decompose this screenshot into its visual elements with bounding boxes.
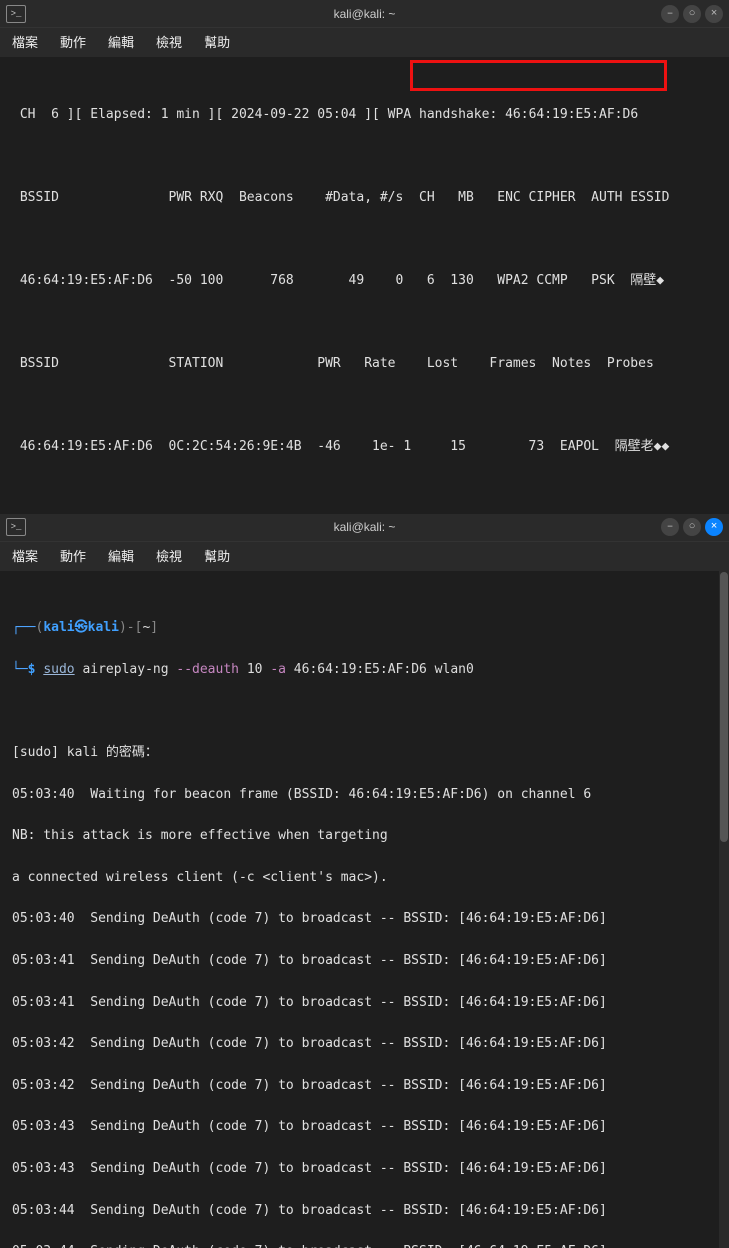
- window-title-2: kali@kali: ~: [334, 520, 396, 534]
- menu-actions[interactable]: 動作: [60, 32, 86, 51]
- terminal-icon: >_: [6, 5, 26, 23]
- cmd-sudo: sudo: [43, 662, 74, 677]
- scrollbar[interactable]: [719, 571, 729, 1248]
- window-controls-1: – ○ ×: [661, 5, 723, 23]
- output-line: 05:03:41 Sending DeAuth (code 7) to broa…: [12, 993, 717, 1014]
- window-controls-2: – ○ ×: [661, 518, 723, 536]
- menu-file[interactable]: 檔案: [12, 32, 38, 51]
- output-line: [sudo] kali 的密碼：: [12, 743, 717, 764]
- output-line: 05:03:43 Sending DeAuth (code 7) to broa…: [12, 1117, 717, 1138]
- airodump-row-ap: 46:64:19:E5:AF:D6 -50 100 768 49 0 6 130…: [12, 271, 717, 292]
- menu-actions[interactable]: 動作: [60, 546, 86, 565]
- output-line: 05:03:40 Sending DeAuth (code 7) to broa…: [12, 909, 717, 930]
- output-line: 05:03:40 Waiting for beacon frame (BSSID…: [12, 785, 717, 806]
- menu-view[interactable]: 檢視: [156, 546, 182, 565]
- menu-help[interactable]: 幫助: [204, 32, 230, 51]
- handshake-text: handshake: 46:64:19:E5:AF:D6: [419, 107, 638, 122]
- menu-edit[interactable]: 編輯: [108, 32, 134, 51]
- menubar-1: 檔案 動作 編輯 檢視 幫助: [0, 28, 729, 57]
- menubar-2: 檔案 動作 編輯 檢視 幫助: [0, 542, 729, 571]
- menu-help[interactable]: 幫助: [204, 546, 230, 565]
- maximize-button[interactable]: ○: [683, 518, 701, 536]
- minimize-button[interactable]: –: [661, 518, 679, 536]
- output-line: a connected wireless client (-c <client'…: [12, 868, 717, 889]
- window-title-1: kali@kali: ~: [334, 7, 396, 21]
- terminal-window-1: >_ kali@kali: ~ – ○ × 檔案 動作 編輯 檢視 幫助 CH …: [0, 0, 729, 514]
- output-line: 05:03:42 Sending DeAuth (code 7) to broa…: [12, 1076, 717, 1097]
- output-line: 05:03:43 Sending DeAuth (code 7) to broa…: [12, 1159, 717, 1180]
- handshake-highlight-box: [410, 60, 667, 91]
- output-line: 05:03:44 Sending DeAuth (code 7) to broa…: [12, 1242, 717, 1248]
- scrollbar-thumb[interactable]: [720, 572, 728, 842]
- prompt-line-1: ┌──(kali㉿kali)-[~]: [12, 618, 717, 639]
- terminal-icon: >_: [6, 518, 26, 536]
- airodump-header-station: BSSID STATION PWR Rate Lost Frames Notes…: [12, 354, 717, 375]
- airodump-row-station: 46:64:19:E5:AF:D6 0C:2C:54:26:9E:4B -46 …: [12, 437, 717, 458]
- output-line: 05:03:42 Sending DeAuth (code 7) to broa…: [12, 1034, 717, 1055]
- command-line: └─$ sudo aireplay-ng --deauth 10 -a 46:6…: [12, 660, 717, 681]
- output-line: 05:03:44 Sending DeAuth (code 7) to broa…: [12, 1201, 717, 1222]
- output-line: NB: this attack is more effective when t…: [12, 826, 717, 847]
- menu-file[interactable]: 檔案: [12, 546, 38, 565]
- titlebar-2: >_ kali@kali: ~ – ○ ×: [0, 514, 729, 542]
- menu-view[interactable]: 檢視: [156, 32, 182, 51]
- airodump-status: CH 6 ][ Elapsed: 1 min ][ 2024-09-22 05:…: [12, 105, 717, 126]
- close-button[interactable]: ×: [705, 518, 723, 536]
- menu-edit[interactable]: 編輯: [108, 546, 134, 565]
- terminal-body-1[interactable]: CH 6 ][ Elapsed: 1 min ][ 2024-09-22 05:…: [0, 57, 729, 514]
- maximize-button[interactable]: ○: [683, 5, 701, 23]
- close-button[interactable]: ×: [705, 5, 723, 23]
- minimize-button[interactable]: –: [661, 5, 679, 23]
- output-line: 05:03:41 Sending DeAuth (code 7) to broa…: [12, 951, 717, 972]
- terminal-body-2[interactable]: ┌──(kali㉿kali)-[~] └─$ sudo aireplay-ng …: [0, 571, 729, 1248]
- titlebar-1: >_ kali@kali: ~ – ○ ×: [0, 0, 729, 28]
- airodump-header-ap: BSSID PWR RXQ Beacons #Data, #/s CH MB E…: [12, 188, 717, 209]
